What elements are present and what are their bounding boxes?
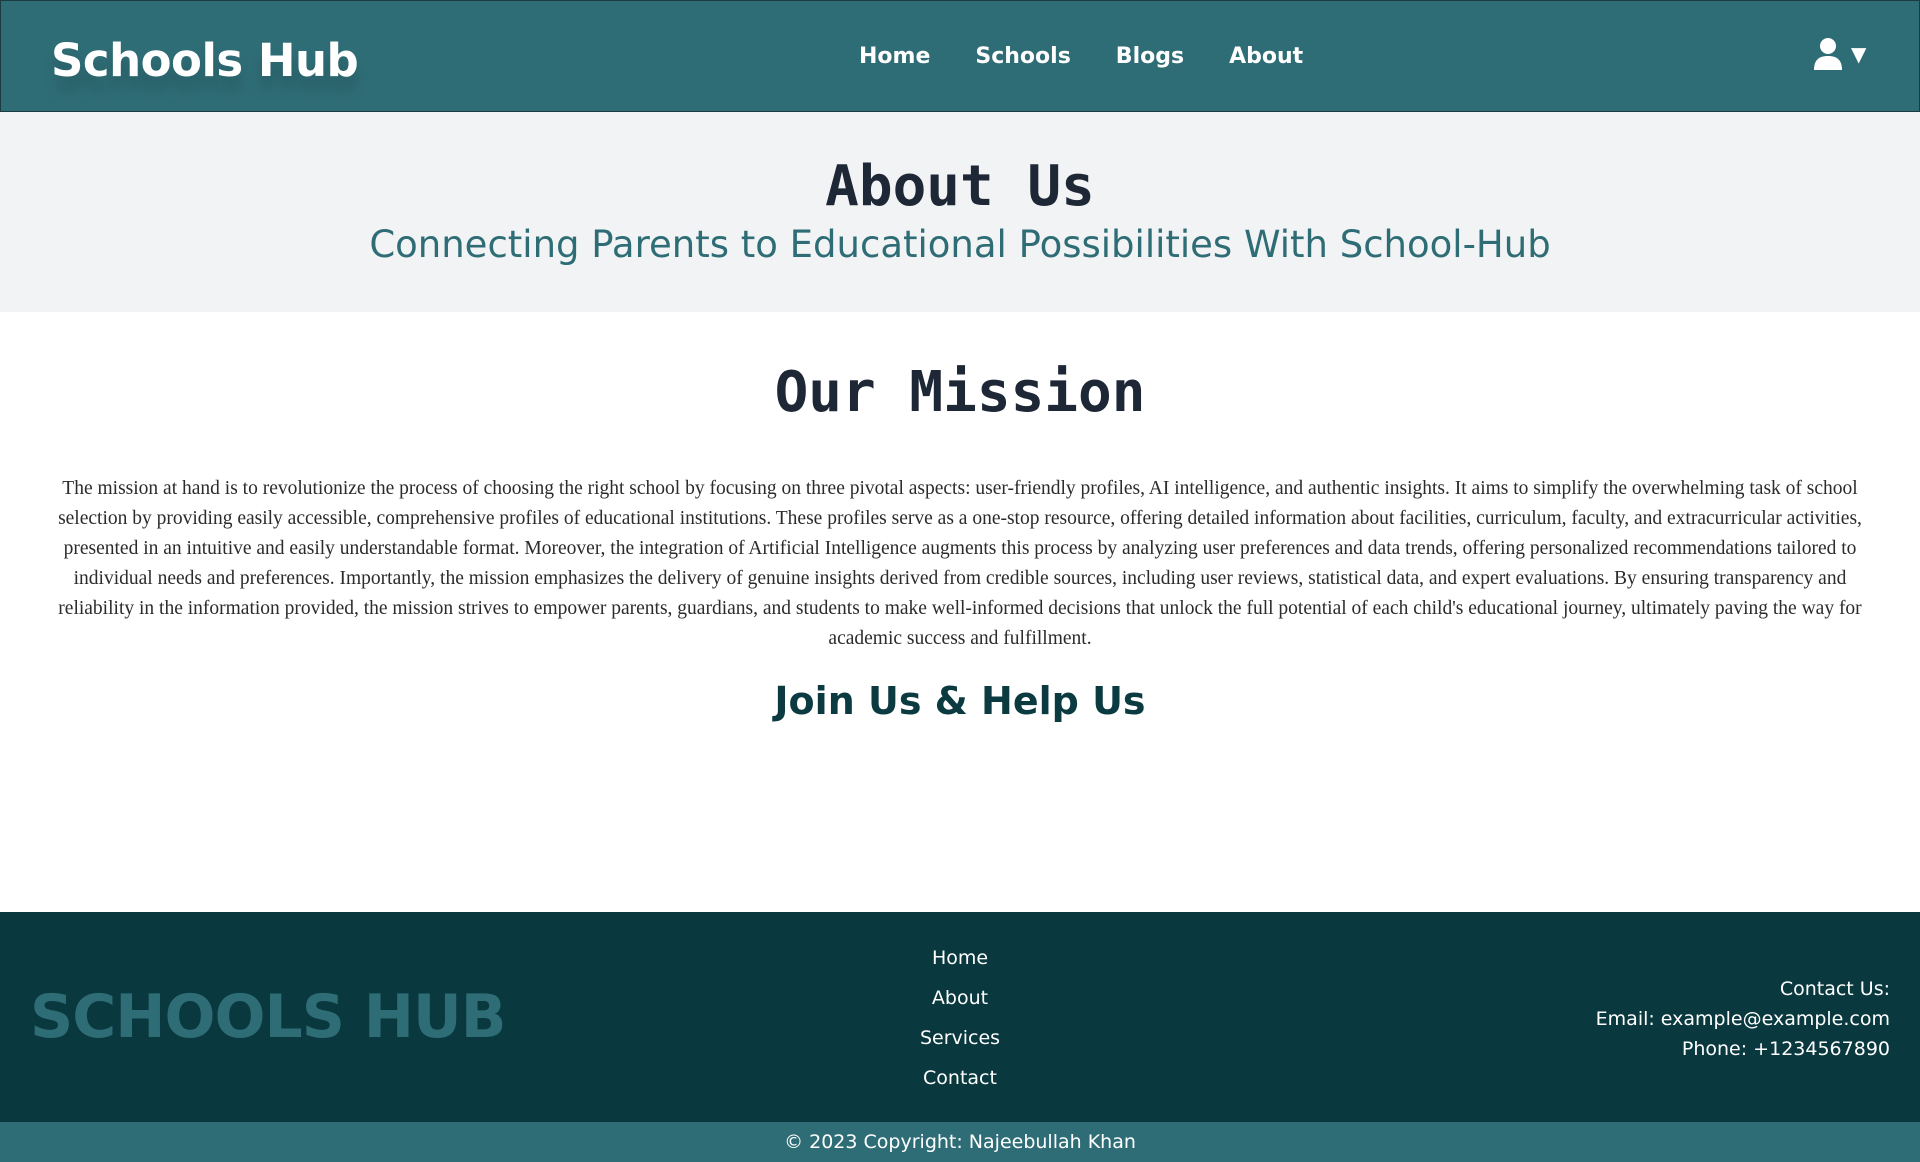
contact-phone: Phone: +1234567890 bbox=[1681, 1038, 1890, 1060]
brand-logo[interactable]: Schools Hub bbox=[51, 31, 359, 91]
footer: SCHOOLS HUB Home About Services Contact … bbox=[0, 912, 1920, 1122]
navbar: Schools Hub Home Schools Blogs About ▼ bbox=[0, 0, 1920, 112]
page-title: About Us bbox=[825, 154, 1095, 219]
join-heading: Join Us & Help Us bbox=[774, 679, 1146, 723]
footer-link-contact[interactable]: Contact bbox=[860, 1058, 1060, 1098]
footer-links: Home About Services Contact bbox=[860, 938, 1060, 1098]
contact-email: Email: example@example.com bbox=[1595, 1008, 1890, 1030]
contact-title: Contact Us: bbox=[1779, 978, 1890, 1000]
page-subtitle: Connecting Parents to Educational Possib… bbox=[369, 223, 1551, 266]
footer-link-services[interactable]: Services bbox=[860, 1018, 1060, 1058]
footer-contact: Contact Us: Email: example@example.com P… bbox=[1596, 974, 1890, 1064]
main-nav: Home Schools Blogs About bbox=[859, 39, 1348, 75]
mission-paragraph: The mission at hand is to revolutionize … bbox=[58, 478, 1862, 649]
hero-banner: About Us Connecting Parents to Education… bbox=[0, 112, 1920, 312]
caret-down-icon: ▼ bbox=[1851, 42, 1867, 66]
user-menu-button[interactable]: ▼ bbox=[1813, 37, 1866, 71]
copyright-bar: © 2023 Copyright: Najeebullah Khan bbox=[0, 1122, 1920, 1162]
footer-link-home[interactable]: Home bbox=[860, 938, 1060, 978]
nav-link-home[interactable]: Home bbox=[859, 39, 930, 75]
nav-link-blogs[interactable]: Blogs bbox=[1116, 39, 1184, 75]
mission-heading: Our Mission bbox=[774, 360, 1146, 425]
footer-link-about[interactable]: About bbox=[860, 978, 1060, 1018]
footer-brand: SCHOOLS HUB bbox=[30, 982, 506, 1052]
user-icon bbox=[1814, 38, 1842, 70]
nav-link-about[interactable]: About bbox=[1229, 39, 1303, 75]
nav-link-schools[interactable]: Schools bbox=[975, 39, 1070, 75]
